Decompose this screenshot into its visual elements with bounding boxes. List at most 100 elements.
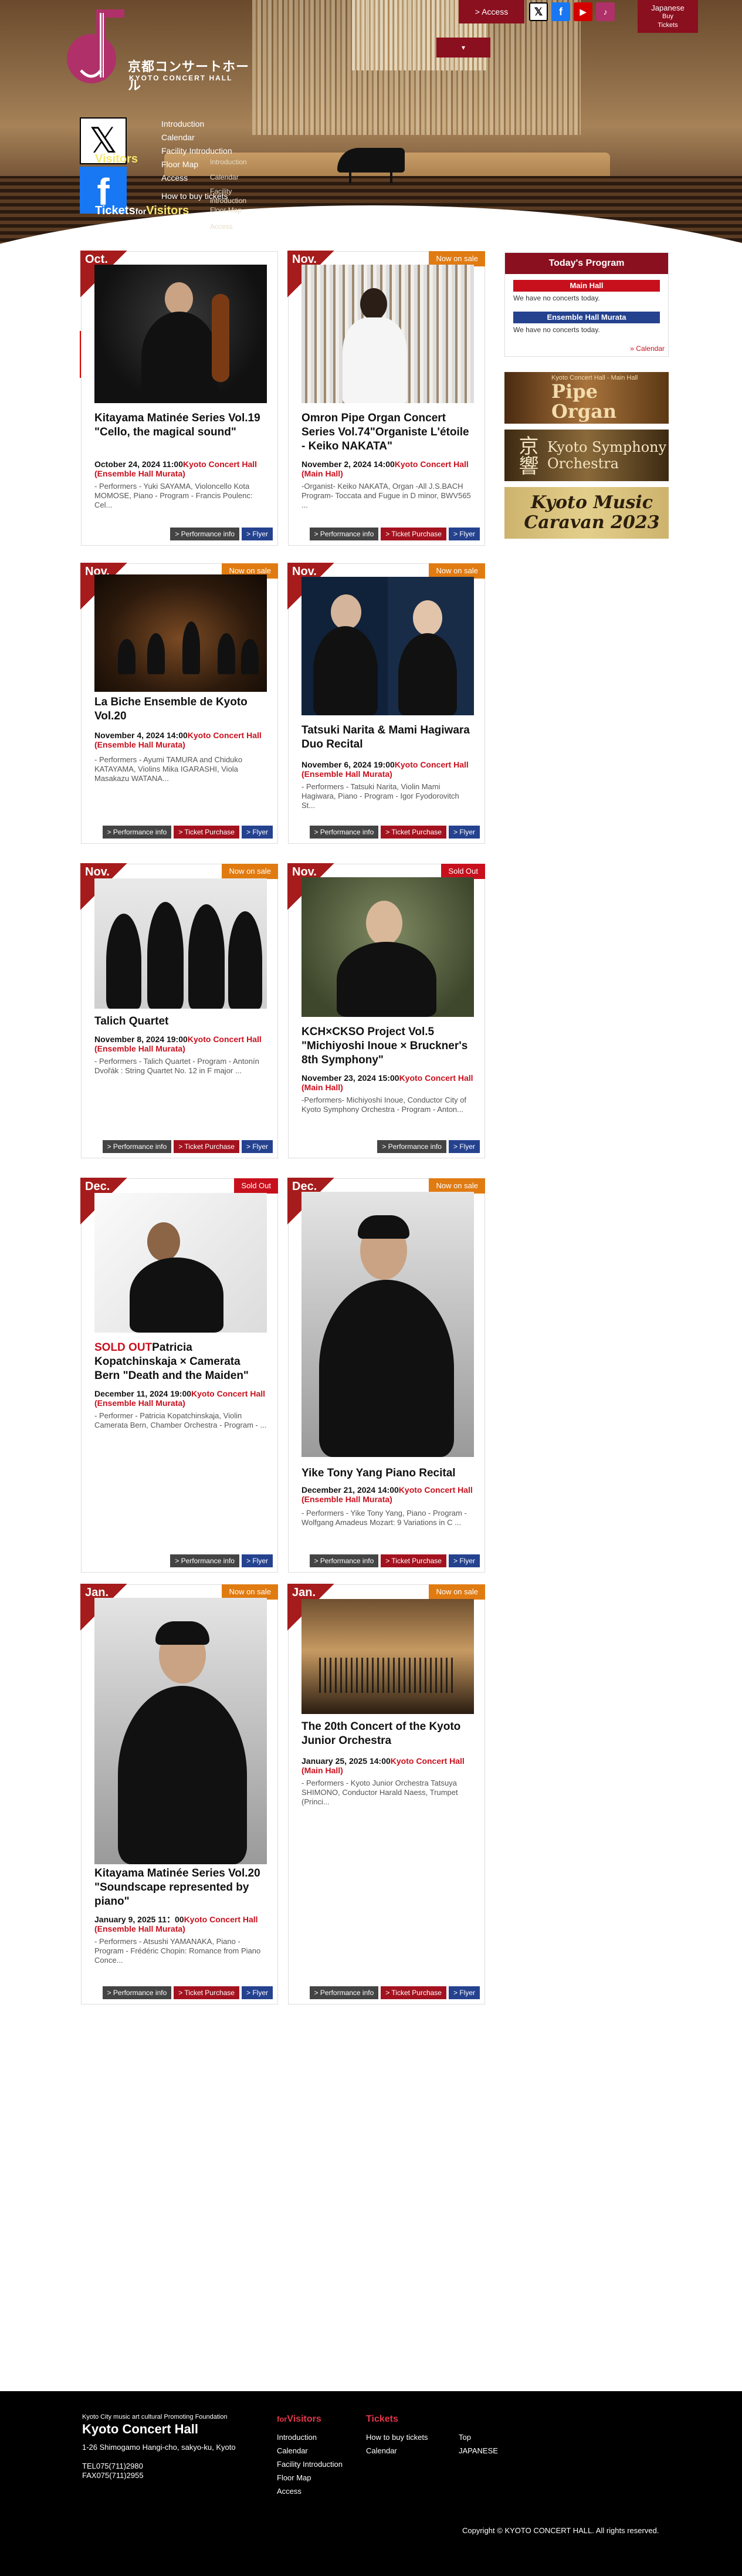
submenu-floor-map[interactable]: Floor Map (210, 205, 247, 215)
event-title[interactable]: Yike Tony Yang Piano Recital (301, 1466, 474, 1480)
ticket-purchase-button[interactable]: > Ticket Purchase (174, 826, 239, 839)
footer-link[interactable]: Facility Introduction (277, 2457, 343, 2471)
event-buttons: > Performance info > Flyer (170, 528, 273, 540)
event-photo[interactable] (301, 1599, 474, 1714)
flyer-button[interactable]: > Flyer (241, 1554, 273, 1567)
event-title[interactable]: Kitayama Matinée Series Vol.20 "Soundsca… (94, 1867, 267, 1909)
calendar-link[interactable]: » Calendar (630, 344, 665, 353)
submenu-access[interactable]: Access (210, 222, 247, 231)
ticket-purchase-button[interactable]: > Ticket Purchase (381, 528, 446, 540)
footer-link[interactable]: Introduction (277, 2430, 343, 2444)
submenu-calendar[interactable]: Calendar (210, 173, 247, 182)
event-card[interactable]: Nov. Now on sale Tatsuki Narita & Mami H… (287, 563, 485, 844)
music-note-icon[interactable]: ♪ (596, 2, 615, 21)
event-date: January 25, 2025 14:00Kyoto Concert Hall… (301, 1756, 474, 1775)
footer-link[interactable]: Calendar (277, 2444, 343, 2457)
flyer-button[interactable]: > Flyer (241, 1140, 273, 1153)
event-card[interactable]: Jan. Now on sale The 20th Concert of the… (287, 1584, 485, 2004)
event-photo[interactable] (94, 265, 267, 403)
event-card[interactable]: Nov. Now on sale Talich Quartet November… (80, 863, 278, 1158)
ticket-purchase-button[interactable]: > Ticket Purchase (381, 1986, 446, 1999)
event-title[interactable]: La Biche Ensemble de Kyoto Vol.20 (94, 695, 267, 724)
event-title[interactable]: KCH×CKSO Project Vol.5 "Michiyoshi Inoue… (301, 1025, 474, 1067)
event-title[interactable]: Talich Quartet (94, 1015, 267, 1029)
performance-info-button[interactable]: > Performance info (170, 1554, 239, 1567)
menu-facility[interactable]: Facility Introduction (161, 144, 232, 158)
performance-info-button[interactable]: > Performance info (102, 826, 172, 839)
event-card[interactable]: Nov. Now on sale La Biche Ensemble de Ky… (80, 563, 278, 844)
status-badge: Sold Out (234, 1178, 278, 1194)
event-photo[interactable] (94, 878, 267, 1009)
event-title[interactable]: SOLD OUTPatricia Kopatchinskaja × Camera… (94, 1341, 267, 1383)
music-caravan-banner[interactable]: Kyoto Music Caravan 2023 (504, 487, 669, 539)
pipe-organ-banner[interactable]: Kyoto Concert Hall - Main Hall Pipe Orga… (504, 372, 669, 424)
x-social-icon[interactable]: 𝕏 (529, 2, 548, 21)
tickets-heading[interactable]: TicketsforVisitors (95, 204, 189, 218)
performance-info-button[interactable]: > Performance info (309, 826, 379, 839)
flyer-button[interactable]: > Flyer (448, 826, 480, 839)
site-logo[interactable]: 京都コンサートホール KYOTO CONCERT HALL (66, 7, 253, 101)
flyer-button[interactable]: > Flyer (448, 1554, 480, 1567)
ensemble-hall-heading[interactable]: Ensemble Hall Murata (513, 312, 660, 323)
date-text: January 25, 2025 14:00 (301, 1756, 391, 1766)
event-card[interactable]: Dec. Now on sale Yike Tony Yang Piano Re… (287, 1178, 485, 1573)
language-switch[interactable]: Japanese Buy Tickets (638, 0, 698, 33)
submenu-introduction[interactable]: Introduction (210, 157, 247, 167)
flyer-button[interactable]: > Flyer (241, 826, 273, 839)
ticket-purchase-button[interactable]: > Ticket Purchase (174, 1986, 239, 1999)
event-card[interactable]: Jan. Now on sale Kitayama Matinée Series… (80, 1584, 278, 2004)
buy-label: Buy (662, 13, 673, 20)
facebook-icon[interactable]: f (551, 2, 570, 21)
flyer-button[interactable]: > Flyer (448, 1986, 480, 1999)
footer-link[interactable]: Access (277, 2484, 343, 2498)
ticket-purchase-button[interactable]: > Ticket Purchase (174, 1140, 239, 1153)
event-card[interactable]: Oct. Kitayama Matinée Series Vol.19 "Cel… (80, 251, 278, 546)
footer-link[interactable]: Calendar (366, 2444, 428, 2457)
ticket-purchase-button[interactable]: > Ticket Purchase (381, 1554, 446, 1567)
performance-info-button[interactable]: > Performance info (377, 1140, 446, 1153)
performance-info-button[interactable]: > Performance info (309, 1554, 379, 1567)
youtube-icon[interactable]: ▶ (574, 2, 592, 21)
event-card[interactable]: Dec. Sold Out SOLD OUTPatricia Kopatchin… (80, 1178, 278, 1573)
ticket-purchase-button[interactable]: > Ticket Purchase (381, 826, 446, 839)
for-visitors-heading[interactable]: Visitors (95, 153, 138, 166)
event-photo[interactable] (301, 1192, 474, 1457)
submenu-facility[interactable]: Facility (210, 187, 247, 196)
event-card[interactable]: Nov. Now on sale Omron Pipe Organ Concer… (287, 251, 485, 546)
event-title[interactable]: Tatsuki Narita & Mami Hagiwara Duo Recit… (301, 724, 474, 752)
performance-info-button[interactable]: > Performance info (309, 528, 379, 540)
footer-link[interactable]: Floor Map (277, 2471, 343, 2484)
submenu-facility-2[interactable]: introduction (210, 196, 247, 205)
footer-link[interactable]: Top (459, 2430, 498, 2444)
flyer-button[interactable]: > Flyer (448, 1140, 480, 1153)
event-title[interactable]: The 20th Concert of the Kyoto Junior Orc… (301, 1720, 474, 1748)
foundation-tagline: Kyoto City music art cultural Promoting … (82, 2413, 228, 2421)
lang-dropdown-icon[interactable]: ▾ (436, 38, 490, 58)
sub-menu: Introduction Calendar Facility introduct… (210, 157, 247, 231)
event-photo[interactable] (301, 877, 474, 1017)
flyer-button[interactable]: > Flyer (448, 528, 480, 540)
performance-info-button[interactable]: > Performance info (170, 528, 239, 540)
access-button[interactable]: > Access (459, 0, 524, 23)
main-hall-heading[interactable]: Main Hall (513, 280, 660, 292)
event-photo[interactable] (94, 1193, 267, 1333)
performance-info-button[interactable]: > Performance info (102, 1140, 172, 1153)
footer-link[interactable]: How to buy tickets (366, 2430, 428, 2444)
event-photo[interactable] (94, 1598, 267, 1864)
menu-calendar[interactable]: Calendar (161, 131, 232, 144)
flyer-button[interactable]: > Flyer (241, 528, 273, 540)
event-title[interactable]: Kitayama Matinée Series Vol.19 "Cello, t… (94, 411, 267, 440)
event-photo[interactable] (94, 574, 267, 692)
event-card[interactable]: Nov. Sold Out KCH×CKSO Project Vol.5 "Mi… (287, 863, 485, 1158)
event-photo[interactable] (301, 577, 474, 715)
event-photo[interactable] (301, 265, 474, 403)
kyoto-symphony-banner[interactable]: 京響 Kyoto Symphony Orchestra (504, 430, 669, 481)
performance-info-button[interactable]: > Performance info (309, 1986, 379, 1999)
footer-link[interactable]: JAPANESE (459, 2444, 498, 2457)
event-title[interactable]: Omron Pipe Organ Concert Series Vol.74"O… (301, 411, 474, 454)
menu-introduction[interactable]: Introduction (161, 117, 232, 131)
event-description: - Performers - Atsushi YAMANAKA, Piano -… (94, 1937, 261, 1965)
flyer-button[interactable]: > Flyer (241, 1986, 273, 1999)
event-date: November 23, 2024 15:00Kyoto Concert Hal… (301, 1073, 474, 1092)
performance-info-button[interactable]: > Performance info (102, 1986, 172, 1999)
